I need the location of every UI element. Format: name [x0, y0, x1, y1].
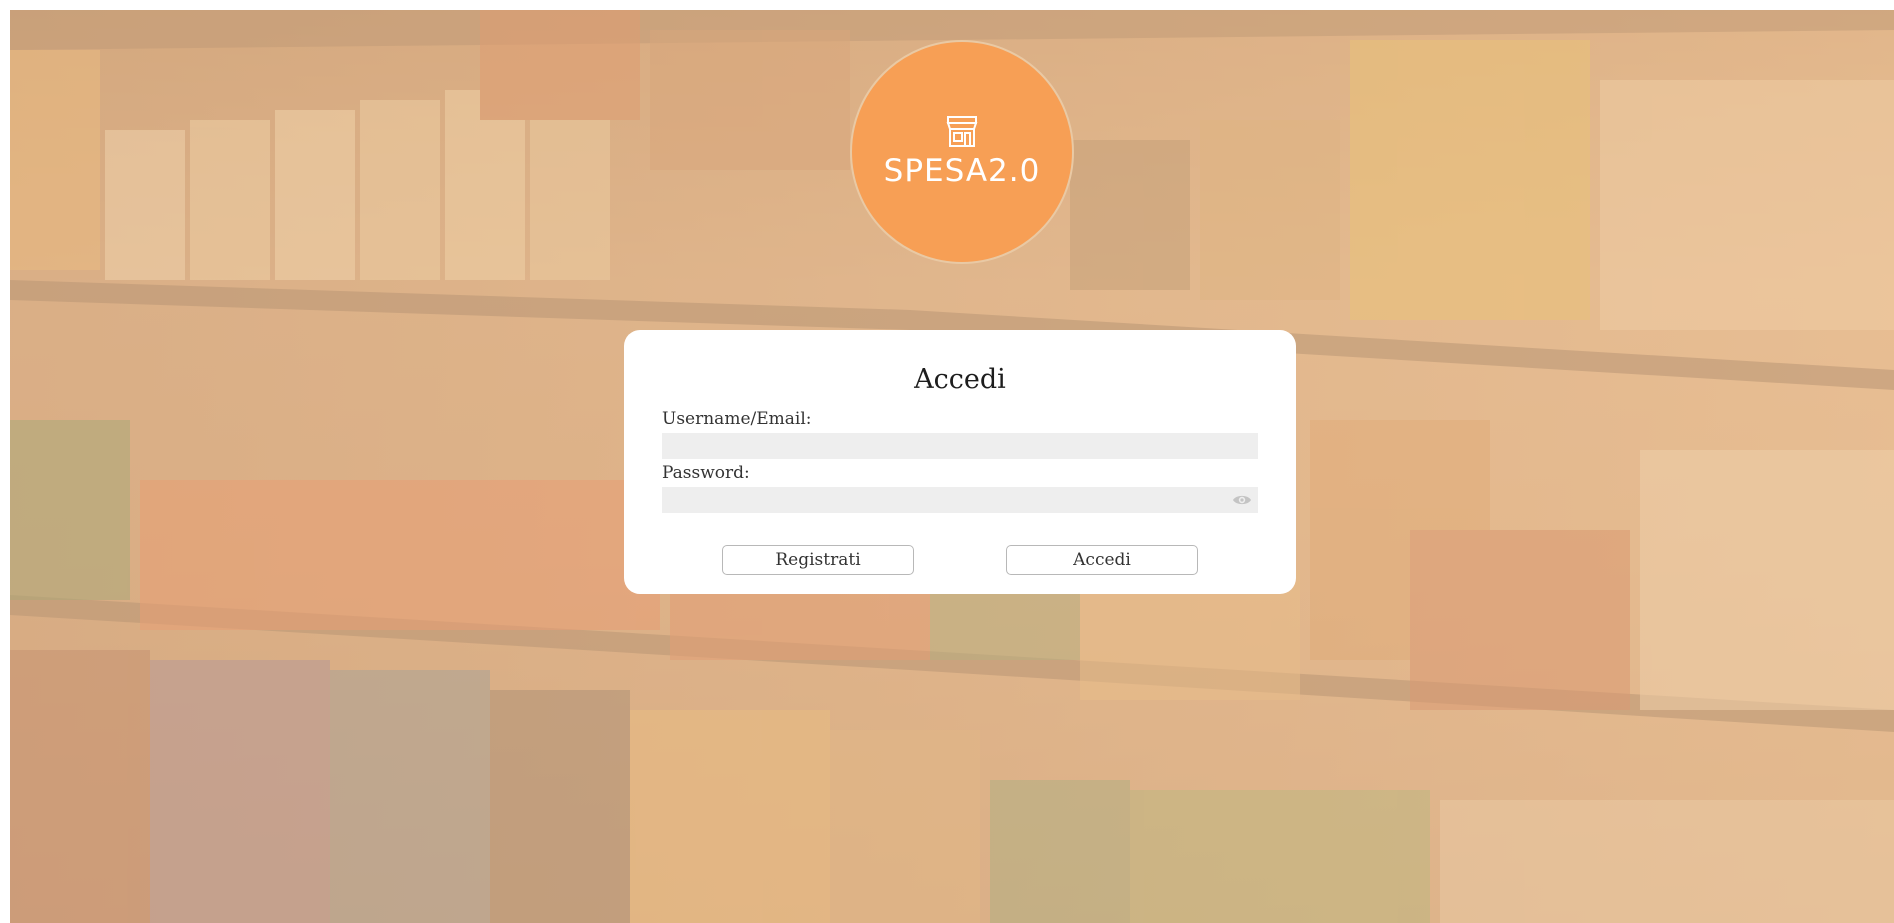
eye-icon[interactable]	[1232, 493, 1252, 507]
username-input[interactable]	[662, 433, 1258, 459]
spesa-logo: SPESA2.0	[850, 40, 1074, 264]
login-page: SPESA2.0 Accedi Username/Email: Password…	[10, 10, 1894, 923]
password-input[interactable]	[662, 487, 1258, 513]
login-button[interactable]: Accedi	[1006, 545, 1198, 575]
register-button[interactable]: Registrati	[722, 545, 914, 575]
login-title: Accedi	[914, 364, 1006, 395]
login-card: Accedi Username/Email: Password: Registr…	[624, 330, 1296, 594]
username-field-wrapper	[662, 433, 1258, 459]
logo-text: SPESA2.0	[883, 153, 1041, 189]
username-label: Username/Email:	[662, 409, 812, 429]
login-buttons: Registrati Accedi	[662, 545, 1258, 575]
password-field-wrapper	[662, 487, 1258, 513]
storefront-icon	[946, 116, 978, 147]
password-label: Password:	[662, 463, 750, 483]
